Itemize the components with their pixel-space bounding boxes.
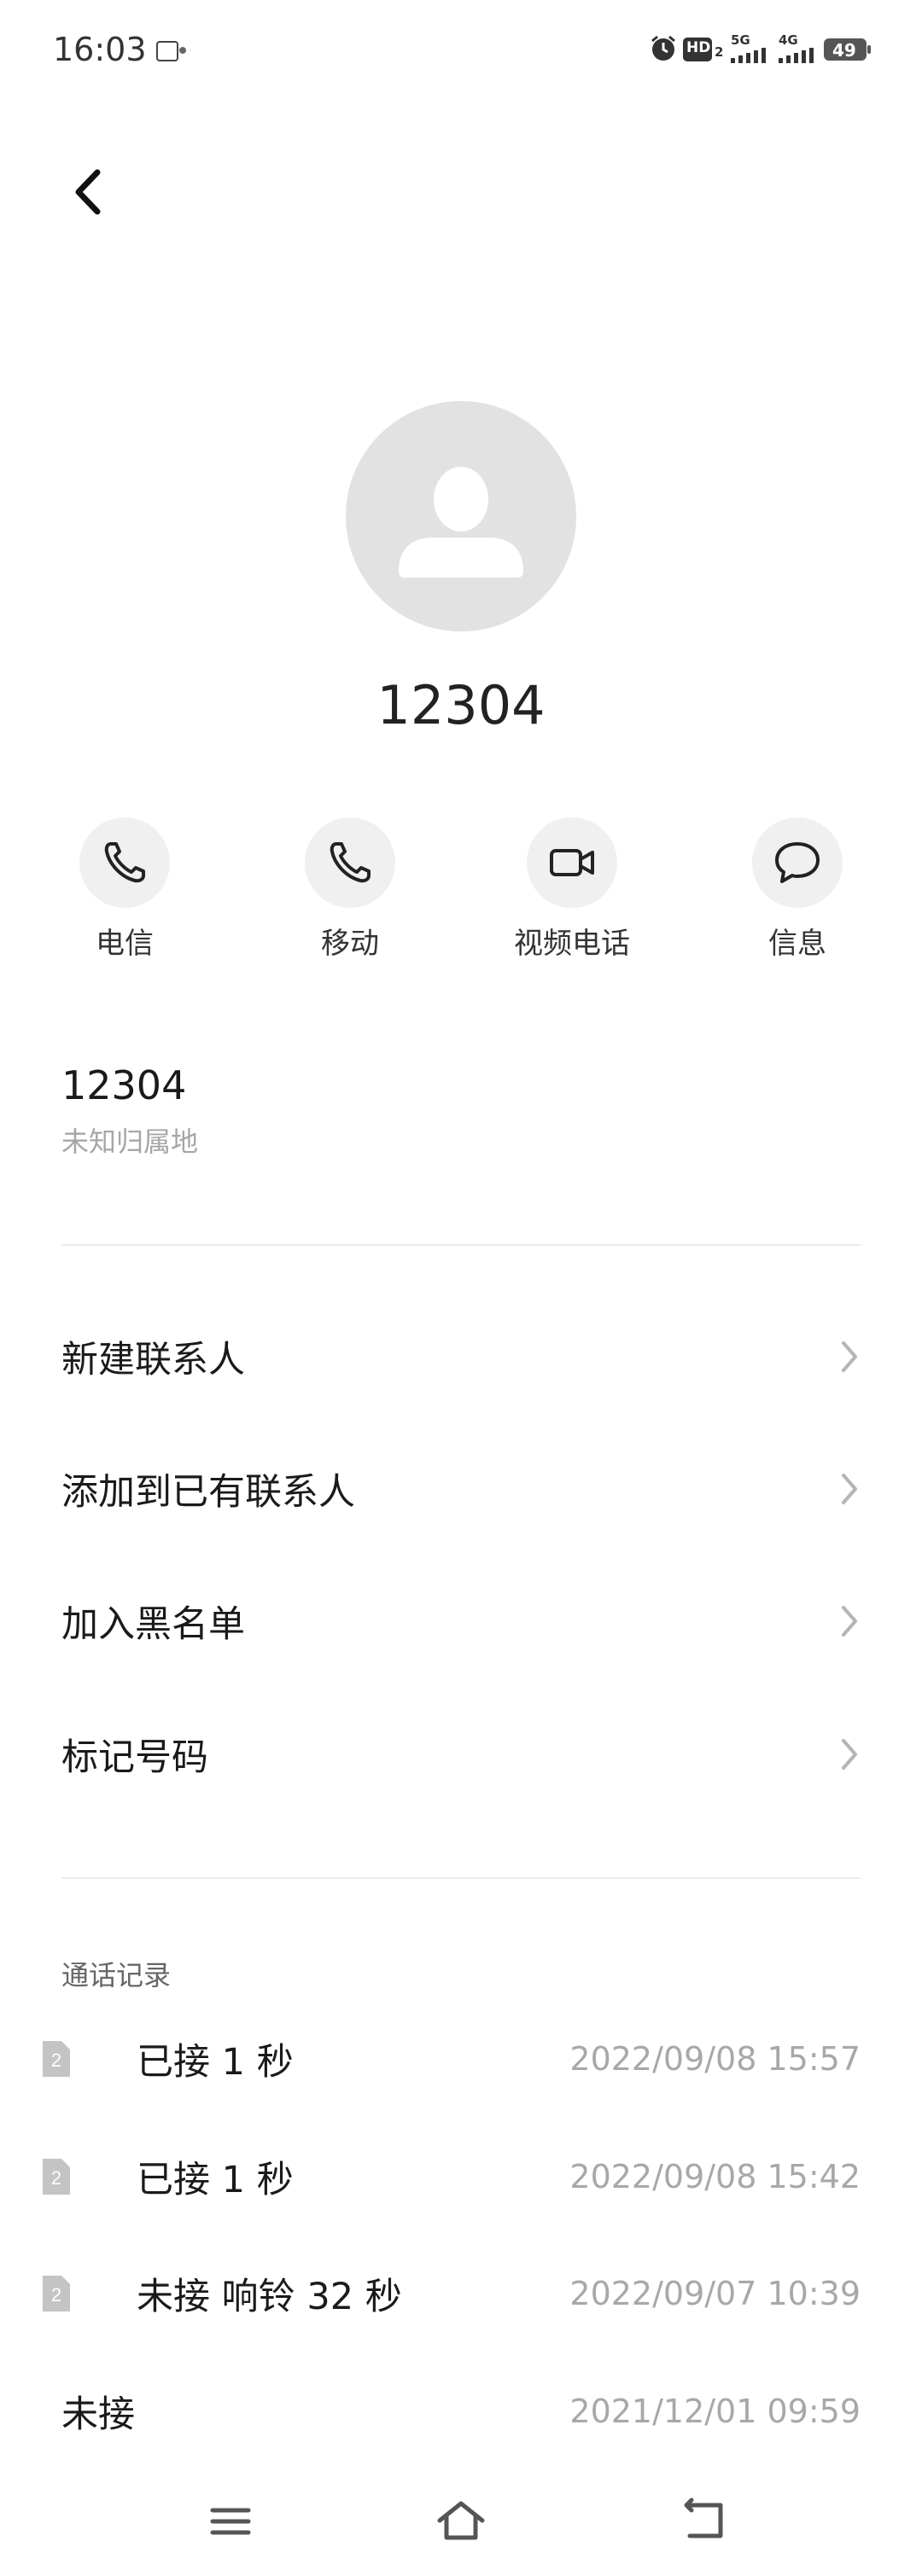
call-status: 已接 1 秒 bbox=[137, 2159, 294, 2201]
new-contact-row[interactable]: 新建联系人 bbox=[0, 1293, 922, 1421]
back-icon bbox=[684, 2497, 723, 2538]
phone-icon bbox=[330, 842, 371, 883]
action-label: 视频电话 bbox=[514, 927, 630, 961]
mark-number-row[interactable]: 标记号码 bbox=[0, 1690, 922, 1818]
call-status: 未接 bbox=[61, 2393, 135, 2436]
message-button[interactable]: 信息 bbox=[703, 817, 891, 962]
number-primary: 12304 bbox=[61, 1062, 187, 1108]
add-to-existing-contact-row[interactable]: 添加到已有联系人 bbox=[0, 1425, 922, 1553]
sim-card-icon: 2 bbox=[43, 2041, 70, 2077]
caller-number: 12304 bbox=[376, 674, 546, 736]
action-circle bbox=[305, 817, 395, 908]
call-log-header: 通话记录 bbox=[61, 1959, 172, 1992]
sim-number: 2 bbox=[51, 2050, 61, 2071]
back-button[interactable] bbox=[60, 162, 120, 222]
call-log-row[interactable]: 未接 2021/12/01 09:59 bbox=[0, 2360, 922, 2463]
call-log-row[interactable]: 2 已接 1 秒 2022/09/08 15:42 bbox=[0, 2125, 922, 2228]
battery-level: 49 bbox=[832, 40, 856, 61]
chevron-right-icon bbox=[842, 1474, 857, 1504]
action-circle bbox=[527, 817, 617, 908]
call-log-row[interactable]: 2 已接 1 秒 2022/09/08 15:57 bbox=[0, 2008, 922, 2110]
add-to-blacklist-row[interactable]: 加入黑名单 bbox=[0, 1557, 922, 1685]
person-icon bbox=[399, 467, 523, 578]
nav-back-button[interactable] bbox=[666, 2492, 743, 2551]
signal-strength-icon bbox=[731, 48, 767, 67]
menu-icon bbox=[210, 2508, 251, 2535]
dot-icon bbox=[179, 47, 186, 54]
action-circle bbox=[752, 817, 843, 908]
hd-sub: 2 bbox=[715, 44, 724, 60]
divider bbox=[61, 1244, 861, 1246]
call-time: 2021/12/01 09:59 bbox=[569, 2393, 861, 2430]
call-time: 2022/09/07 10:39 bbox=[569, 2275, 861, 2312]
chevron-right-icon bbox=[842, 1606, 857, 1637]
signal2-label: 4G bbox=[779, 32, 798, 48]
chevron-right-icon bbox=[842, 1739, 857, 1770]
chevron-right-icon bbox=[842, 1341, 857, 1372]
call-telecom-button[interactable]: 电信 bbox=[31, 817, 219, 962]
menu-label: 添加到已有联系人 bbox=[61, 1471, 355, 1514]
hd-label: HD bbox=[686, 39, 711, 56]
video-call-button[interactable]: 视频电话 bbox=[478, 817, 666, 962]
action-label: 信息 bbox=[768, 927, 826, 961]
signal-strength-icon-2 bbox=[779, 48, 814, 67]
status-time: 16:03 bbox=[53, 31, 147, 68]
sim-number: 2 bbox=[51, 2167, 61, 2189]
call-time: 2022/09/08 15:57 bbox=[569, 2040, 861, 2078]
sim-number: 2 bbox=[51, 2284, 61, 2306]
sim-card-icon: 2 bbox=[43, 2276, 70, 2311]
nav-home-button[interactable] bbox=[423, 2492, 499, 2551]
action-label: 电信 bbox=[96, 927, 154, 961]
call-mobile-button[interactable]: 移动 bbox=[256, 817, 444, 962]
back-arrow-icon bbox=[75, 169, 101, 215]
message-icon bbox=[775, 842, 820, 883]
avatar bbox=[346, 401, 576, 631]
home-icon bbox=[437, 2501, 485, 2540]
call-status: 已接 1 秒 bbox=[137, 2041, 294, 2084]
notification-icon bbox=[156, 41, 178, 61]
battery-tip bbox=[867, 45, 871, 54]
menu-label: 标记号码 bbox=[61, 1736, 208, 1779]
sim-card-icon: 2 bbox=[43, 2159, 70, 2195]
call-status: 未接 响铃 32 秒 bbox=[137, 2276, 402, 2318]
action-label: 移动 bbox=[321, 927, 379, 961]
action-circle bbox=[79, 817, 170, 908]
divider bbox=[61, 1877, 861, 1879]
video-icon bbox=[550, 849, 594, 876]
signal1-label: 5G bbox=[731, 32, 750, 48]
menu-label: 新建联系人 bbox=[61, 1339, 245, 1381]
phone-icon bbox=[104, 842, 145, 883]
menu-label: 加入黑名单 bbox=[61, 1603, 245, 1646]
call-log-row[interactable]: 2 未接 响铃 32 秒 2022/09/07 10:39 bbox=[0, 2242, 922, 2345]
call-time: 2022/09/08 15:42 bbox=[569, 2158, 861, 2195]
nav-menu-button[interactable] bbox=[192, 2492, 269, 2551]
number-location: 未知归属地 bbox=[61, 1125, 199, 1158]
alarm-icon bbox=[649, 34, 678, 67]
